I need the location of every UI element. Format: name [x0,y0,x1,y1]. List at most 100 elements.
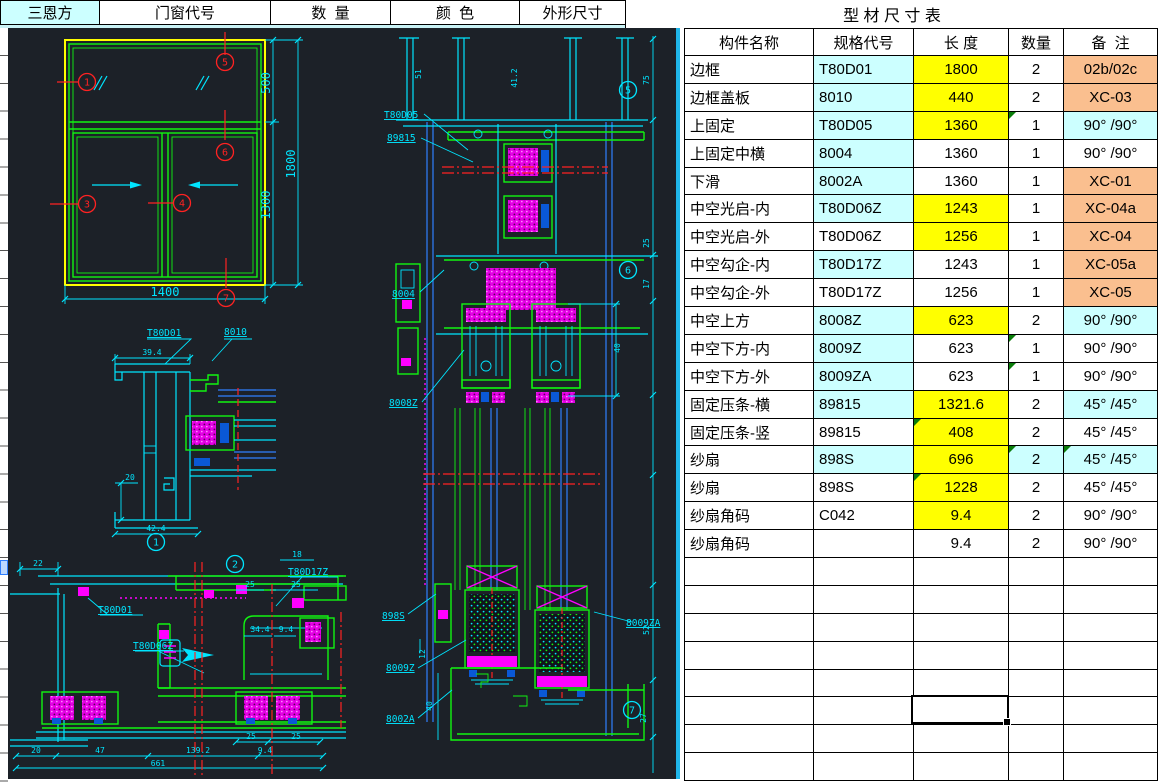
cell-name[interactable]: 上固定 [685,112,814,140]
cell-code[interactable]: T80D17Z [814,251,914,279]
cell-name[interactable] [685,558,814,586]
cell-len[interactable]: 1360 [914,112,1009,140]
header-length[interactable]: 长 度 [914,29,1009,56]
cell-len[interactable]: 1256 [914,279,1009,307]
cell-note[interactable]: XC-04a [1064,195,1158,223]
cell-name[interactable]: 中空上方 [685,307,814,335]
cell-len[interactable]: 623 [914,363,1009,391]
cell-code[interactable]: 898S [814,446,914,474]
cell-code[interactable] [814,586,914,614]
cell-name[interactable] [685,614,814,642]
cell-qty[interactable]: 1 [1009,223,1064,251]
cell-code[interactable] [814,614,914,642]
cell-len[interactable]: 408 [914,419,1009,447]
cell-len[interactable]: 1360 [914,168,1009,196]
cell-name[interactable]: 上固定中横 [685,140,814,168]
cell-name[interactable] [685,725,814,753]
cell-qty[interactable]: 2 [1009,391,1064,419]
cell-qty[interactable]: 2 [1009,502,1064,530]
cell-len[interactable]: 9.4 [914,502,1009,530]
cell-qty[interactable] [1009,753,1064,781]
cell-name[interactable]: 中空下方-内 [685,335,814,363]
cell-len[interactable]: 1800 [914,56,1009,84]
cell-name[interactable] [685,670,814,698]
cell-qty[interactable]: 2 [1009,84,1064,112]
cell-qty[interactable] [1009,670,1064,698]
cell-name[interactable] [685,642,814,670]
cell-len[interactable] [914,558,1009,586]
header-quantity[interactable]: 数量 [1009,29,1064,56]
cell-code[interactable]: C042 [814,502,914,530]
cell-name[interactable]: 中空勾企-外 [685,279,814,307]
cell-qty[interactable] [1009,614,1064,642]
cell-qty[interactable]: 2 [1009,419,1064,447]
cell-note[interactable]: 45° /45° [1064,446,1158,474]
cell-note[interactable]: 90° /90° [1064,502,1158,530]
cell-len[interactable]: 1321.6 [914,391,1009,419]
cell-len[interactable]: 440 [914,84,1009,112]
cell-code[interactable] [814,753,914,781]
cell-name[interactable]: 中空勾企-内 [685,251,814,279]
cell-qty[interactable]: 1 [1009,279,1064,307]
cell-qty[interactable] [1009,586,1064,614]
cell-code[interactable]: T80D01 [814,56,914,84]
cell-qty[interactable]: 2 [1009,474,1064,502]
cell-qty[interactable] [1009,642,1064,670]
cell-note[interactable]: XC-04 [1064,223,1158,251]
cell-code[interactable]: 8009Z [814,335,914,363]
cell-code[interactable]: 89815 [814,419,914,447]
cell-note[interactable] [1064,697,1158,725]
cell-code[interactable] [814,725,914,753]
cell-len[interactable]: 623 [914,335,1009,363]
cell-name[interactable]: 边框盖板 [685,84,814,112]
cell-len[interactable]: 1360 [914,140,1009,168]
cell-len[interactable]: 9.4 [914,530,1009,558]
cell-note[interactable]: 90° /90° [1064,530,1158,558]
cell-len[interactable]: 1228 [914,474,1009,502]
cell-len[interactable]: 696 [914,446,1009,474]
cell-note[interactable]: XC-05a [1064,251,1158,279]
cell-note[interactable] [1064,614,1158,642]
cell-len[interactable] [914,642,1009,670]
cell-note[interactable]: XC-01 [1064,168,1158,196]
cell-len[interactable] [914,586,1009,614]
cell-name[interactable]: 纱扇角码 [685,530,814,558]
cell-code[interactable]: 8010 [814,84,914,112]
cell-note[interactable] [1064,753,1158,781]
cell-note[interactable]: 90° /90° [1064,307,1158,335]
cell-note[interactable]: 45° /45° [1064,419,1158,447]
cell-name[interactable]: 边框 [685,56,814,84]
cell-len[interactable] [914,670,1009,698]
cell-qty[interactable]: 1 [1009,363,1064,391]
cell-note[interactable] [1064,725,1158,753]
cell-len[interactable]: 1243 [914,251,1009,279]
cell-note[interactable]: XC-03 [1064,84,1158,112]
cell-name[interactable]: 中空下方-外 [685,363,814,391]
cell-qty[interactable]: 1 [1009,168,1064,196]
cell-code[interactable] [814,642,914,670]
cell-len[interactable] [914,725,1009,753]
cell-note[interactable]: 45° /45° [1064,391,1158,419]
cell-name[interactable] [685,697,814,725]
cell-note[interactable]: 90° /90° [1064,140,1158,168]
cell-note[interactable]: 02b/02c [1064,56,1158,84]
cell-len[interactable] [914,614,1009,642]
cell-note[interactable] [1064,670,1158,698]
cell-qty[interactable] [1009,697,1064,725]
cell-code[interactable]: 89815 [814,391,914,419]
cell-code[interactable]: T80D06Z [814,223,914,251]
cell-note[interactable]: 90° /90° [1064,363,1158,391]
cell-name[interactable]: 下滑 [685,168,814,196]
cell-qty[interactable]: 1 [1009,140,1064,168]
cell-note[interactable] [1064,642,1158,670]
cell-qty[interactable]: 2 [1009,530,1064,558]
cell-qty[interactable]: 2 [1009,307,1064,335]
cell-name[interactable]: 中空光启-内 [685,195,814,223]
cell-qty[interactable] [1009,725,1064,753]
cell-code[interactable]: 8002A [814,168,914,196]
cell-code[interactable]: T80D06Z [814,195,914,223]
cell-note[interactable] [1064,586,1158,614]
cell-name[interactable]: 纱扇 [685,446,814,474]
selected-cell[interactable] [911,695,1009,724]
cell-len[interactable]: 1256 [914,223,1009,251]
